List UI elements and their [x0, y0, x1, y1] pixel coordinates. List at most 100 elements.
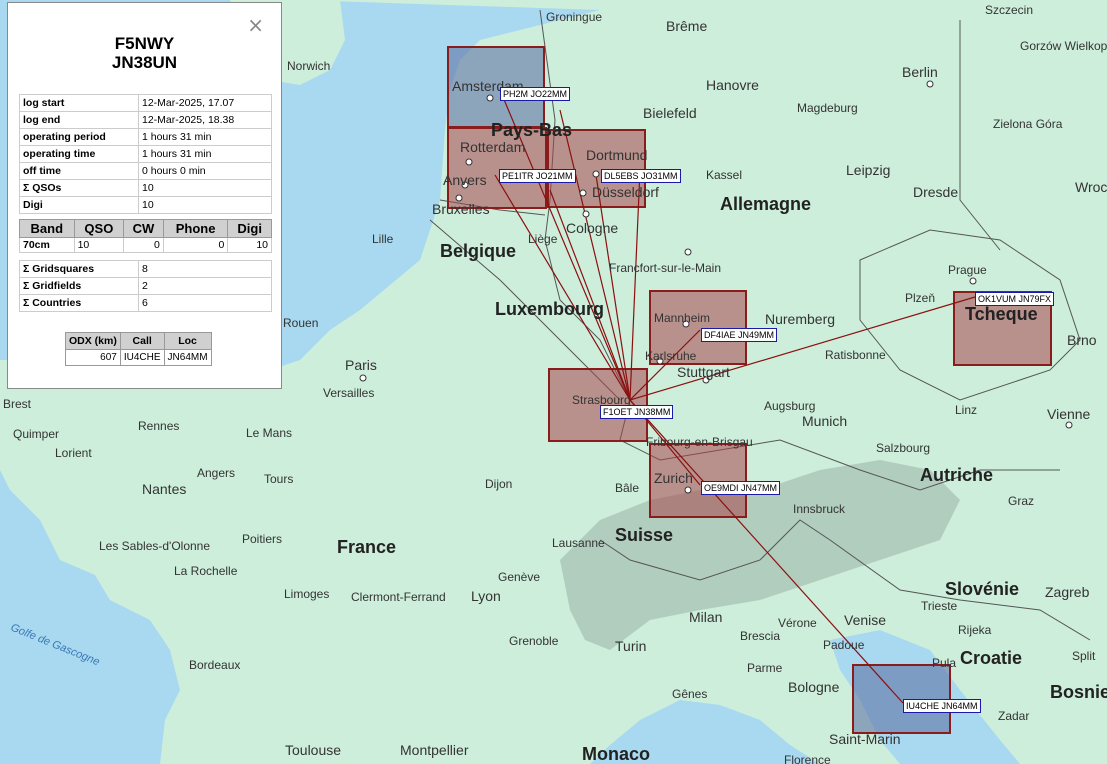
city-label: Anvers: [443, 172, 487, 188]
band-cell: 70cm: [19, 237, 75, 253]
city-label: Berlin: [902, 64, 938, 80]
city-label: Dortmund: [586, 147, 647, 163]
city-label: Lyon: [471, 588, 501, 604]
city-label: Rijeka: [958, 623, 992, 637]
table-row: log end 12-Mar-2025, 18.38: [19, 111, 272, 129]
city-label: Magdeburg: [797, 101, 858, 115]
city-label: Szczecin: [985, 3, 1033, 17]
contact-tag[interactable]: OK1VUM JN79FX: [975, 292, 1055, 306]
city-label: Munich: [802, 413, 847, 429]
country-label: Autriche: [920, 465, 993, 485]
city-label: Milan: [689, 609, 722, 625]
contact-tag[interactable]: PH2M JO22MM: [500, 87, 571, 101]
city-label: Hanovre: [706, 77, 759, 93]
city-label: Cologne: [566, 220, 618, 236]
country-label: Bosnie: [1050, 682, 1107, 702]
phone-cell: 0: [162, 237, 229, 253]
odx-call: IU4CHE: [119, 349, 165, 366]
city-label: Fribourg-en-Brisgau: [646, 435, 753, 449]
city-label: Zurich: [654, 470, 693, 486]
country-label: Pays-Bas: [491, 120, 572, 140]
city-label: Turin: [615, 638, 646, 654]
city-label: Vienne: [1047, 406, 1091, 422]
city-label: Genève: [498, 570, 540, 584]
band-table: Band QSO CW Phone Digi 70cm 10 0 0 10: [19, 219, 272, 253]
city-label: Le Mans: [246, 426, 292, 440]
city-label: Karlsruhe: [645, 349, 697, 363]
city-label: Ratisbonne: [825, 348, 886, 362]
country-label: France: [337, 537, 396, 557]
city-label: Groningue: [546, 10, 602, 24]
row-key: operating period: [19, 128, 139, 146]
contact-tag[interactable]: F1OET JN38MM: [600, 405, 674, 419]
city-label: Augsburg: [764, 399, 815, 413]
city-label: Gênes: [672, 687, 707, 701]
contact-tag[interactable]: DL5EBS JO31MM: [601, 169, 681, 183]
city-label: Quimper: [13, 427, 59, 441]
station-call: F5NWY: [114, 34, 175, 53]
city-label: Brest: [3, 397, 32, 411]
country-label: Suisse: [615, 525, 673, 545]
log-table: log start 12-Mar-2025, 17.07 log end 12-Ma…: [19, 94, 272, 214]
city-label: Plzeň: [905, 291, 935, 305]
country-label: Slovénie: [945, 579, 1019, 599]
odx-locator: JN64MM: [163, 349, 212, 366]
city-label: Dijon: [485, 477, 512, 491]
city-label: Florence: [784, 753, 831, 764]
digi-cell: 10: [227, 237, 272, 253]
city-label: Brême: [666, 18, 707, 34]
contact-tag[interactable]: OE9MDI JN47MM: [701, 481, 781, 495]
city-label: Padoue: [823, 638, 865, 652]
row-key: Σ Countries: [19, 294, 139, 312]
city-label: Lille: [372, 232, 394, 246]
city-label: Bâle: [615, 481, 639, 495]
contact-tag[interactable]: DF4IAE JN49MM: [701, 328, 778, 342]
row-value: 10: [138, 196, 272, 214]
city-label: Graz: [1008, 494, 1034, 508]
col-header: Band: [19, 219, 75, 238]
city-label: Prague: [948, 263, 987, 277]
odx-distance: 607: [65, 349, 121, 366]
city-label: Lorient: [55, 446, 92, 460]
city-label: Innsbruck: [793, 502, 846, 516]
row-value: 1 hours 31 min: [138, 145, 272, 163]
col-header: ODX (km): [65, 332, 121, 350]
country-label: Belgique: [440, 241, 516, 261]
station-info-panel: × F5NWY JN38UN log start 12-Mar-2025, 17.…: [7, 2, 282, 389]
row-value: 8: [138, 260, 272, 278]
row-key: Σ Gridfields: [19, 277, 139, 295]
city-label: Wroc: [1075, 179, 1107, 195]
table-row: operating time 1 hours 31 min: [19, 145, 272, 163]
city-label: Vérone: [778, 616, 817, 630]
city-label: Clermont-Ferrand: [351, 590, 446, 604]
row-value: 1 hours 31 min: [138, 128, 272, 146]
row-key: Σ Gridsquares: [19, 260, 139, 278]
row-key: log start: [19, 94, 139, 112]
close-icon[interactable]: ×: [247, 15, 264, 35]
row-value: 12-Mar-2025, 18.38: [138, 111, 272, 129]
odx-table: ODX (km) Call Loc 607 IU4CHE JN64MM: [65, 332, 212, 366]
country-label: Allemagne: [720, 194, 811, 214]
table-row: Σ Gridfields 2: [19, 277, 272, 295]
city-label: Venise: [844, 612, 886, 628]
cw-cell: 0: [123, 237, 164, 253]
row-key: operating time: [19, 145, 139, 163]
city-label: Les Sables-d'Olonne: [99, 539, 210, 553]
country-label: Luxembourg: [495, 299, 604, 319]
contact-tag[interactable]: IU4CHE JN64MM: [903, 699, 981, 713]
col-header: CW: [123, 219, 164, 238]
city-label: Bordeaux: [189, 658, 240, 672]
city-label: Zielona Góra: [993, 117, 1063, 131]
row-value: 6: [138, 294, 272, 312]
row-value: 2: [138, 277, 272, 295]
table-row: 70cm 10 0 0 10: [19, 237, 272, 253]
city-label: Zadar: [998, 709, 1029, 723]
table-row: 607 IU4CHE JN64MM: [65, 349, 212, 366]
city-label: Brno: [1067, 332, 1097, 348]
city-label: Saint-Marin: [829, 731, 901, 747]
col-header: QSO: [73, 219, 125, 238]
row-value: 12-Mar-2025, 17.07: [138, 94, 272, 112]
contact-tag[interactable]: PE1ITR JO21MM: [499, 169, 576, 183]
country-label: Tcheque: [965, 304, 1038, 324]
city-label: Mannheim: [654, 311, 710, 325]
